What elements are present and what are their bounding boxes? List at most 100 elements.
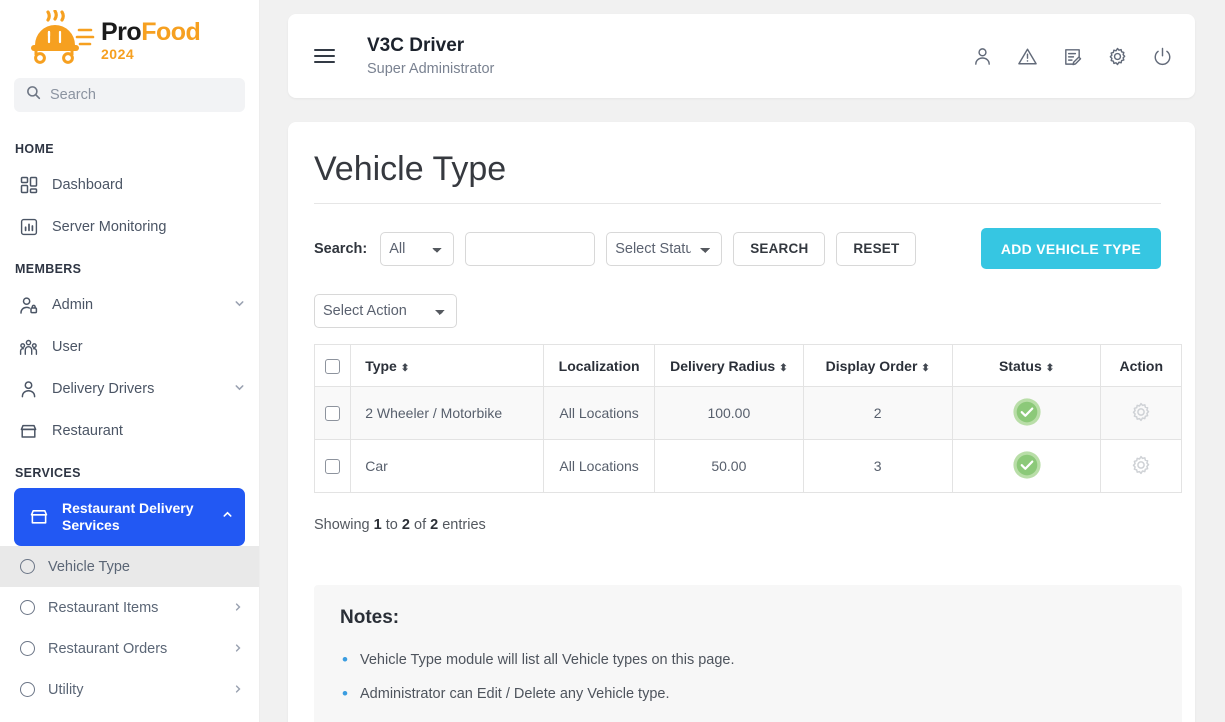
column-label: Type bbox=[365, 357, 397, 374]
notes-panel: Notes: Vehicle Type module will list all… bbox=[314, 585, 1182, 722]
status-active-icon[interactable] bbox=[1012, 397, 1042, 427]
column-header-display-order[interactable]: Display Order ⬍ bbox=[802, 344, 953, 387]
person-icon bbox=[18, 379, 39, 400]
showing-suffix: entries bbox=[442, 517, 486, 533]
edit-document-icon[interactable] bbox=[1062, 46, 1083, 67]
topbar-subtitle: Super Administrator bbox=[367, 61, 495, 77]
sidebar-subitem-restaurant-items[interactable]: Restaurant Items bbox=[0, 587, 259, 628]
sort-icon[interactable]: ⬍ bbox=[1046, 363, 1054, 374]
sidebar-item-dashboard[interactable]: Dashboard bbox=[0, 164, 259, 206]
reset-button[interactable]: RESET bbox=[836, 231, 917, 266]
vehicle-type-table: Type ⬍ Localization Delivery Radius ⬍ Disp… bbox=[313, 344, 1182, 493]
sidebar-item-label: Restaurant Delivery Services bbox=[62, 499, 194, 534]
column-label: Localization bbox=[558, 357, 640, 374]
chevron-down-icon[interactable] bbox=[234, 382, 245, 396]
title-divider bbox=[314, 203, 1161, 204]
row-action bbox=[1100, 439, 1182, 493]
column-header-localization: Localization bbox=[543, 344, 655, 387]
dashboard-grid-icon bbox=[18, 175, 39, 196]
column-label: Delivery Radius bbox=[670, 357, 776, 374]
sidebar-item-server-monitoring[interactable]: Server Monitoring bbox=[0, 206, 259, 248]
sidebar-item-label: Restaurant bbox=[52, 423, 123, 439]
sidebar-item-delivery-drivers[interactable]: Delivery Drivers bbox=[0, 368, 259, 410]
sidebar-item-restaurant-delivery-services[interactable]: Restaurant Delivery Services bbox=[14, 488, 245, 546]
note-item: Vehicle Type module will list all Vehicl… bbox=[340, 643, 1156, 677]
notes-list: Vehicle Type module will list all Vehicl… bbox=[340, 643, 1156, 711]
sidebar-subitem-vehicle-type[interactable]: Vehicle Type bbox=[0, 546, 259, 587]
sidebar-item-admin[interactable]: Admin bbox=[0, 284, 259, 326]
chevron-up-icon[interactable] bbox=[222, 509, 233, 525]
row-status bbox=[951, 439, 1102, 493]
column-header-status[interactable]: Status ⬍ bbox=[951, 344, 1102, 387]
bulk-action-select[interactable]: Select Action bbox=[314, 294, 457, 328]
chevron-down-icon[interactable] bbox=[234, 298, 245, 312]
column-label: Display Order bbox=[825, 357, 918, 374]
row-delivery-radius: 100.00 bbox=[653, 386, 804, 440]
showing-prefix: Showing bbox=[314, 517, 370, 533]
row-gear-icon[interactable] bbox=[1130, 454, 1152, 476]
column-header-delivery-radius[interactable]: Delivery Radius ⬍ bbox=[653, 344, 804, 387]
chevron-right-icon[interactable] bbox=[233, 683, 243, 697]
row-localization: All Locations bbox=[543, 439, 655, 493]
note-item: Administrator can Edit / Delete any Vehi… bbox=[340, 677, 1156, 711]
hamburger-menu-icon[interactable] bbox=[314, 48, 335, 64]
sidebar-item-label: User bbox=[52, 339, 83, 355]
vehicle-type-card: Vehicle Type Search: All Select Status S… bbox=[288, 122, 1195, 722]
select-all-checkbox[interactable] bbox=[325, 358, 341, 374]
brand-logo[interactable]: ProFood 2024 bbox=[0, 0, 259, 76]
status-active-icon[interactable] bbox=[1012, 450, 1042, 480]
search-button[interactable]: SEARCH bbox=[733, 231, 826, 266]
main-content: V3C Driver Super Administrator Vehicle T… bbox=[260, 0, 1225, 722]
sort-icon[interactable]: ⬍ bbox=[779, 363, 787, 374]
showing-mid: to bbox=[385, 517, 398, 533]
search-text-input[interactable] bbox=[465, 231, 596, 266]
user-icon[interactable] bbox=[972, 46, 993, 67]
nav-section-services: SERVICES bbox=[15, 466, 81, 480]
column-header-select bbox=[313, 344, 352, 387]
sidebar: ProFood 2024 HOME bbox=[0, 0, 260, 722]
filter-toolbar: Search: All Select Status SEARCH RESET A… bbox=[314, 228, 1161, 269]
showing-to: 2 bbox=[401, 517, 410, 533]
search-icon bbox=[26, 85, 41, 105]
row-display-order: 3 bbox=[802, 439, 953, 493]
sidebar-subitem-label: Utility bbox=[48, 681, 84, 698]
row-checkbox[interactable] bbox=[325, 406, 341, 422]
nav-section-home: HOME bbox=[15, 142, 54, 156]
sort-icon[interactable]: ⬍ bbox=[921, 363, 929, 374]
search-label: Search: bbox=[314, 240, 368, 257]
chart-bars-icon bbox=[18, 217, 39, 238]
user-lock-icon bbox=[18, 295, 39, 316]
food-cloche-logo-icon bbox=[22, 8, 96, 71]
row-delivery-radius: 50.00 bbox=[653, 439, 804, 493]
chevron-right-icon[interactable] bbox=[233, 601, 243, 615]
sidebar-subitem-label: Restaurant Items bbox=[48, 599, 159, 616]
sort-icon[interactable]: ⬍ bbox=[401, 363, 409, 374]
showing-total: 2 bbox=[430, 517, 439, 533]
row-gear-icon[interactable] bbox=[1130, 401, 1152, 423]
sidebar-subitem-utility[interactable]: Utility bbox=[0, 669, 259, 710]
status-filter-select[interactable]: Select Status bbox=[606, 231, 723, 266]
bulk-action-row: Select Action bbox=[314, 294, 1161, 328]
power-icon[interactable] bbox=[1152, 46, 1173, 67]
circle-bullet-icon bbox=[20, 600, 35, 615]
row-display-order: 2 bbox=[802, 386, 953, 440]
gear-icon[interactable] bbox=[1107, 46, 1128, 67]
sidebar-item-restaurant[interactable]: Restaurant bbox=[0, 410, 259, 452]
row-type: 2 Wheeler / Motorbike bbox=[350, 386, 545, 440]
column-header-type[interactable]: Type ⬍ bbox=[350, 344, 545, 387]
brand-year: 2024 bbox=[101, 45, 135, 62]
sidebar-item-label: Admin bbox=[52, 297, 94, 313]
search-input[interactable] bbox=[50, 87, 233, 103]
chevron-right-icon[interactable] bbox=[233, 642, 243, 656]
search-field-select[interactable]: All bbox=[380, 231, 455, 266]
add-vehicle-type-button[interactable]: ADD VEHICLE TYPE bbox=[980, 228, 1161, 269]
row-checkbox[interactable] bbox=[325, 459, 341, 475]
app-root: ProFood 2024 HOME bbox=[0, 0, 1225, 722]
sidebar-item-user[interactable]: User bbox=[0, 326, 259, 368]
table-row: Car All Locations 50.00 3 bbox=[313, 439, 1182, 493]
warning-triangle-icon[interactable] bbox=[1017, 46, 1038, 67]
showing-of: of bbox=[414, 517, 427, 533]
circle-bullet-icon bbox=[20, 641, 35, 656]
sidebar-subitem-restaurant-orders[interactable]: Restaurant Orders bbox=[0, 628, 259, 669]
sidebar-search[interactable] bbox=[14, 78, 245, 112]
